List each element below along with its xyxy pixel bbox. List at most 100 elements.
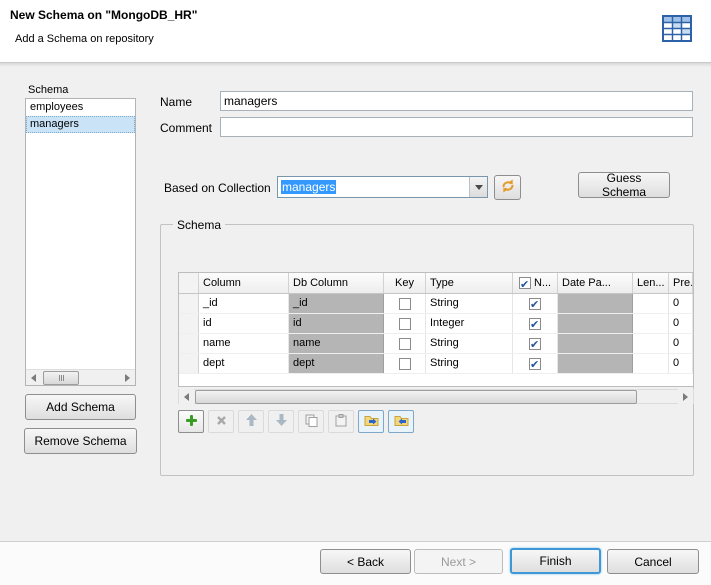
cell-db-column: name xyxy=(289,334,384,353)
cell-type[interactable]: Integer xyxy=(426,314,513,333)
cancel-button[interactable]: Cancel xyxy=(607,549,699,574)
collection-label: Based on Collection xyxy=(164,181,271,195)
cell-length[interactable] xyxy=(633,334,669,353)
cell-length[interactable] xyxy=(633,294,669,313)
table-row[interactable]: name name String 0 xyxy=(179,334,693,354)
cell-length[interactable] xyxy=(633,354,669,373)
wizard-header: New Schema on "MongoDB_HR" Add a Schema … xyxy=(0,0,711,63)
cell-db-column: dept xyxy=(289,354,384,373)
scroll-thumb[interactable] xyxy=(195,390,637,404)
schema-list[interactable]: employees managers xyxy=(25,98,136,386)
scroll-right-icon[interactable] xyxy=(678,389,693,404)
cell-precision[interactable]: 0 xyxy=(669,354,693,373)
table-row[interactable]: _id _id String 0 xyxy=(179,294,693,314)
list-horizontal-scrollbar[interactable] xyxy=(26,369,135,385)
export-schema-button[interactable] xyxy=(388,410,414,433)
table-row[interactable]: id id Integer 0 xyxy=(179,314,693,334)
cell-column[interactable]: name xyxy=(199,334,289,353)
header-length[interactable]: Len... xyxy=(633,273,669,293)
guess-schema-button[interactable]: Guess Schema xyxy=(578,172,670,198)
move-down-button[interactable] xyxy=(268,410,294,433)
move-up-button[interactable] xyxy=(238,410,264,433)
header-key[interactable]: Key xyxy=(384,273,426,293)
schema-list-item[interactable]: employees xyxy=(26,99,135,116)
sync-icon xyxy=(500,178,516,197)
folder-export-icon xyxy=(394,414,409,430)
folder-import-icon xyxy=(364,414,379,430)
schema-group-label: Schema xyxy=(173,218,225,232)
schema-list-label: Schema xyxy=(28,84,68,96)
key-checkbox[interactable] xyxy=(399,338,411,350)
table-row[interactable]: dept dept String 0 xyxy=(179,354,693,374)
nullable-all-checkbox[interactable] xyxy=(519,277,531,289)
back-button[interactable]: < Back xyxy=(320,549,411,574)
copy-button[interactable] xyxy=(298,410,324,433)
header-column[interactable]: Column xyxy=(199,273,289,293)
row-selector[interactable] xyxy=(179,334,199,353)
schema-table[interactable]: Column Db Column Key Type N... Date Pa..… xyxy=(178,272,694,387)
add-column-button[interactable] xyxy=(178,410,204,433)
collection-combobox[interactable]: managers xyxy=(277,176,488,198)
remove-column-button[interactable] xyxy=(208,410,234,433)
header-date-pattern[interactable]: Date Pa... xyxy=(558,273,633,293)
key-checkbox[interactable] xyxy=(399,318,411,330)
paste-button[interactable] xyxy=(328,410,354,433)
header-precision[interactable]: Pre... xyxy=(669,273,693,293)
cell-date-pattern xyxy=(558,294,633,313)
table-header-row: Column Db Column Key Type N... Date Pa..… xyxy=(179,273,693,294)
row-selector[interactable] xyxy=(179,354,199,373)
row-selector-header xyxy=(179,273,199,293)
comment-input[interactable] xyxy=(220,117,693,137)
remove-schema-button[interactable]: Remove Schema xyxy=(24,428,137,454)
table-grid-icon xyxy=(661,14,693,44)
header-shadow xyxy=(0,63,711,67)
next-button[interactable]: Next > xyxy=(414,549,503,574)
scroll-right-icon[interactable] xyxy=(120,370,135,385)
paste-icon xyxy=(335,414,347,430)
arrow-up-icon xyxy=(246,414,257,429)
import-schema-button[interactable] xyxy=(358,410,384,433)
table-horizontal-scrollbar[interactable] xyxy=(178,389,694,404)
nullable-checkbox[interactable] xyxy=(529,298,541,310)
cell-column[interactable]: id xyxy=(199,314,289,333)
page-subtitle: Add a Schema on repository xyxy=(15,33,154,45)
key-checkbox[interactable] xyxy=(399,298,411,310)
cell-type[interactable]: String xyxy=(426,354,513,373)
nullable-checkbox[interactable] xyxy=(529,358,541,370)
row-selector[interactable] xyxy=(179,294,199,313)
page-title: New Schema on "MongoDB_HR" xyxy=(10,8,197,22)
cell-column[interactable]: dept xyxy=(199,354,289,373)
add-schema-button[interactable]: Add Schema xyxy=(25,394,136,420)
header-db-column[interactable]: Db Column xyxy=(289,273,384,293)
comment-label: Comment xyxy=(160,121,212,135)
plus-icon xyxy=(185,414,198,430)
collection-selected-text: managers xyxy=(281,180,336,194)
x-icon xyxy=(216,415,227,429)
cell-date-pattern xyxy=(558,314,633,333)
scroll-thumb[interactable] xyxy=(43,371,79,385)
cell-type[interactable]: String xyxy=(426,334,513,353)
sync-collections-button[interactable] xyxy=(494,175,521,200)
row-selector[interactable] xyxy=(179,314,199,333)
key-checkbox[interactable] xyxy=(399,358,411,370)
cell-precision[interactable]: 0 xyxy=(669,314,693,333)
header-type[interactable]: Type xyxy=(426,273,513,293)
cell-type[interactable]: String xyxy=(426,294,513,313)
cell-db-column: id xyxy=(289,314,384,333)
finish-button[interactable]: Finish xyxy=(510,548,601,574)
cell-column[interactable]: _id xyxy=(199,294,289,313)
nullable-checkbox[interactable] xyxy=(529,338,541,350)
name-input[interactable] xyxy=(220,91,693,111)
cell-db-column: _id xyxy=(289,294,384,313)
header-nullable[interactable]: N... xyxy=(513,273,558,293)
schema-toolbar xyxy=(178,410,414,433)
schema-list-item[interactable]: managers xyxy=(26,116,135,133)
chevron-down-icon[interactable] xyxy=(469,177,487,197)
nullable-checkbox[interactable] xyxy=(529,318,541,330)
cell-length[interactable] xyxy=(633,314,669,333)
cell-precision[interactable]: 0 xyxy=(669,294,693,313)
scroll-left-icon[interactable] xyxy=(179,389,194,404)
scroll-left-icon[interactable] xyxy=(26,370,41,385)
cell-precision[interactable]: 0 xyxy=(669,334,693,353)
copy-icon xyxy=(305,414,318,430)
